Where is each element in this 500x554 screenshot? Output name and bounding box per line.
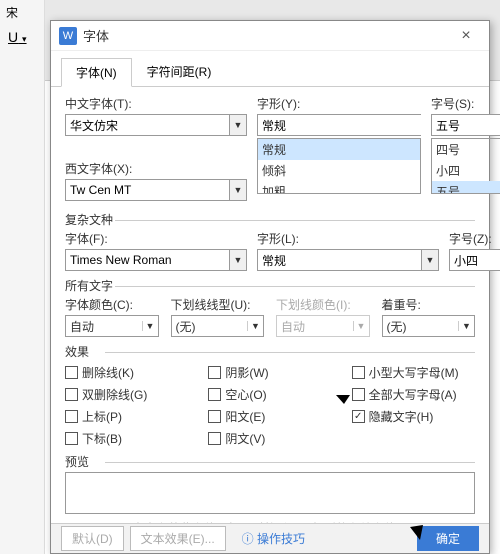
default-button[interactable]: 默认(D) bbox=[61, 526, 124, 551]
size-combo[interactable] bbox=[431, 114, 500, 136]
size-listbox[interactable]: 四号 小四 五号 bbox=[431, 138, 500, 194]
chk-allcaps[interactable]: 全部大写字母(A) bbox=[352, 386, 475, 403]
list-item[interactable]: 小四 bbox=[432, 160, 500, 181]
dialog-footer: 默认(D) 文本效果(E)... ⓘ 操作技巧 确定 bbox=[51, 523, 489, 553]
check-icon: ✓ bbox=[352, 410, 365, 423]
chevron-down-icon[interactable]: ▼ bbox=[458, 321, 474, 331]
chevron-down-icon[interactable]: ▼ bbox=[229, 179, 247, 201]
west-font-combo[interactable]: ▼ bbox=[65, 179, 247, 201]
chk-engrave[interactable]: 阴文(V) bbox=[208, 430, 331, 447]
list-item[interactable]: 加粗 bbox=[258, 181, 420, 194]
complex-style-combo[interactable]: ▼ bbox=[257, 249, 439, 271]
chevron-down-icon[interactable]: ▼ bbox=[229, 114, 247, 136]
size-input[interactable] bbox=[431, 114, 500, 136]
tab-strip: 字体(N) 字符间距(R) bbox=[51, 51, 489, 87]
underline-button[interactable]: U ▾ bbox=[0, 25, 44, 49]
style-input[interactable] bbox=[257, 114, 421, 136]
close-button[interactable]: × bbox=[451, 27, 481, 45]
preview-group-label: 预览 bbox=[65, 453, 475, 470]
font-color-label: 字体颜色(C): bbox=[65, 296, 159, 313]
complex-font-input[interactable] bbox=[65, 249, 229, 271]
font-color-combo[interactable]: 自动 ▼ bbox=[65, 315, 159, 337]
emphasis-label: 着重号: bbox=[382, 296, 476, 313]
app-icon: W bbox=[59, 27, 77, 45]
complex-style-input[interactable] bbox=[257, 249, 421, 271]
style-listbox[interactable]: 常规 倾斜 加粗 bbox=[257, 138, 421, 194]
cn-font-combo[interactable]: ▼ bbox=[65, 114, 247, 136]
chk-sub[interactable]: 下标(B) bbox=[65, 430, 188, 447]
effects-group-label: 效果 bbox=[65, 343, 475, 360]
ok-button[interactable]: 确定 bbox=[417, 526, 479, 551]
cn-font-input[interactable] bbox=[65, 114, 229, 136]
tab-font[interactable]: 字体(N) bbox=[61, 58, 132, 87]
cn-font-label: 中文字体(T): bbox=[65, 95, 247, 112]
tab-spacing[interactable]: 字符间距(R) bbox=[132, 57, 227, 86]
list-item[interactable]: 常规 bbox=[258, 139, 420, 160]
complex-font-label: 字体(F): bbox=[65, 230, 247, 247]
underline-color-label: 下划线颜色(I): bbox=[276, 296, 370, 313]
style-label: 字形(Y): bbox=[257, 95, 421, 112]
style-combo[interactable] bbox=[257, 114, 421, 136]
underline-color-combo: 自动 ▼ bbox=[276, 315, 370, 337]
dialog-title: 字体 bbox=[83, 26, 451, 45]
titlebar: W 字体 × bbox=[51, 21, 489, 51]
all-text-group-label: 所有文字 bbox=[65, 277, 475, 294]
complex-size-combo[interactable]: ▼ bbox=[449, 249, 500, 271]
list-item[interactable]: 四号 bbox=[432, 139, 500, 160]
chk-sup[interactable]: 上标(P) bbox=[65, 408, 188, 425]
list-item[interactable]: 倾斜 bbox=[258, 160, 420, 181]
chk-strike[interactable]: 删除线(K) bbox=[65, 364, 188, 381]
underline-style-label: 下划线线型(U): bbox=[171, 296, 265, 313]
preview-box bbox=[65, 472, 475, 514]
chk-dstrike[interactable]: 双删除线(G) bbox=[65, 386, 188, 403]
west-font-input[interactable] bbox=[65, 179, 229, 201]
complex-group-label: 复杂文种 bbox=[65, 211, 475, 228]
font-sample: 宋 bbox=[0, 0, 44, 25]
chk-emboss[interactable]: 阳文(E) bbox=[208, 408, 331, 425]
app-toolbar: 宋 U ▾ bbox=[0, 0, 45, 554]
size-label: 字号(S): bbox=[431, 95, 500, 112]
complex-font-combo[interactable]: ▼ bbox=[65, 249, 247, 271]
chk-hidden[interactable]: ✓隐藏文字(H) bbox=[352, 408, 475, 425]
chk-smallcaps[interactable]: 小型大写字母(M) bbox=[352, 364, 475, 381]
tips-link[interactable]: ⓘ 操作技巧 bbox=[232, 527, 315, 550]
chevron-down-icon[interactable]: ▼ bbox=[142, 321, 158, 331]
underline-style-combo[interactable]: (无) ▼ bbox=[171, 315, 265, 337]
west-font-label: 西文字体(X): bbox=[65, 160, 247, 177]
chk-hollow[interactable]: 空心(O) bbox=[208, 386, 331, 403]
complex-size-label: 字号(Z): bbox=[449, 230, 500, 247]
font-dialog: W 字体 × 字体(N) 字符间距(R) 中文字体(T): ▼ 字形(Y): 常… bbox=[50, 20, 490, 554]
text-effect-button[interactable]: 文本效果(E)... bbox=[130, 526, 226, 551]
chevron-down-icon[interactable]: ▼ bbox=[247, 321, 263, 331]
chk-shadow[interactable]: 阴影(W) bbox=[208, 364, 331, 381]
complex-size-input[interactable] bbox=[449, 249, 500, 271]
chevron-down-icon: ▼ bbox=[353, 321, 369, 331]
list-item[interactable]: 五号 bbox=[432, 181, 500, 194]
chevron-down-icon[interactable]: ▼ bbox=[229, 249, 247, 271]
emphasis-combo[interactable]: (无) ▼ bbox=[382, 315, 476, 337]
complex-style-label: 字形(L): bbox=[257, 230, 439, 247]
chevron-down-icon[interactable]: ▼ bbox=[421, 249, 439, 271]
